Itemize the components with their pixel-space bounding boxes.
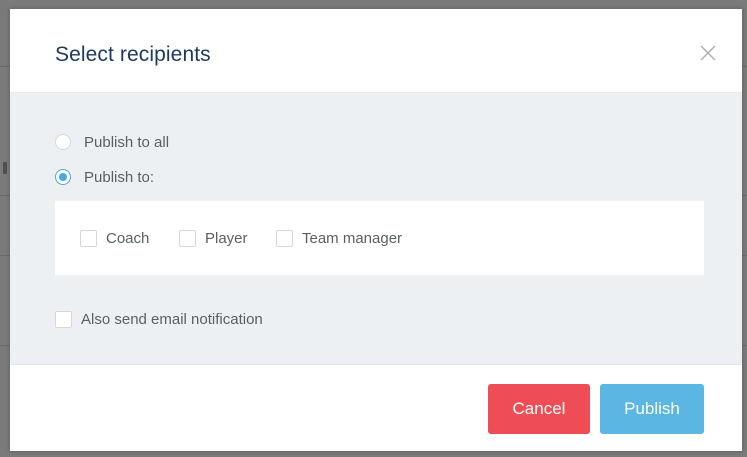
role-team-manager[interactable]: Team manager [276, 228, 402, 248]
coach-label: Coach [106, 229, 150, 247]
modal-body: Publish to all Publish to: Coach Player … [10, 93, 742, 365]
team-manager-label: Team manager [302, 229, 403, 247]
cancel-button[interactable]: Cancel [488, 384, 590, 434]
close-button[interactable] [696, 41, 720, 65]
role-player[interactable]: Player [179, 228, 248, 248]
modal-title: Select recipients [55, 43, 211, 66]
player-checkbox[interactable] [179, 229, 196, 247]
close-icon [700, 45, 716, 61]
background-text-fragment [3, 162, 7, 174]
publish-to-all-radio[interactable] [55, 134, 71, 150]
publish-button[interactable]: Publish [600, 384, 704, 434]
background-divider [0, 195, 10, 196]
background-divider [0, 66, 10, 67]
player-label: Player [205, 229, 248, 247]
email-notification-option[interactable]: Also send email notification [55, 309, 263, 329]
modal-header: Select recipients [10, 9, 742, 93]
role-coach[interactable]: Coach [80, 228, 149, 248]
team-manager-checkbox[interactable] [276, 229, 293, 247]
publish-to-label: Publish to: [84, 168, 155, 186]
background-divider [0, 255, 10, 256]
email-notification-checkbox[interactable] [55, 310, 72, 328]
publish-to-all-label: Publish to all [84, 133, 170, 151]
publish-to-radio[interactable] [55, 169, 71, 185]
roles-panel: Coach Player Team manager [55, 201, 704, 275]
publish-to-option[interactable]: Publish to: [55, 167, 154, 187]
coach-checkbox[interactable] [80, 229, 97, 247]
background-divider [0, 345, 10, 346]
publish-to-all-option[interactable]: Publish to all [55, 132, 169, 152]
select-recipients-modal: Select recipients Publish to all Publish… [10, 9, 742, 451]
email-notification-label: Also send email notification [81, 310, 263, 328]
